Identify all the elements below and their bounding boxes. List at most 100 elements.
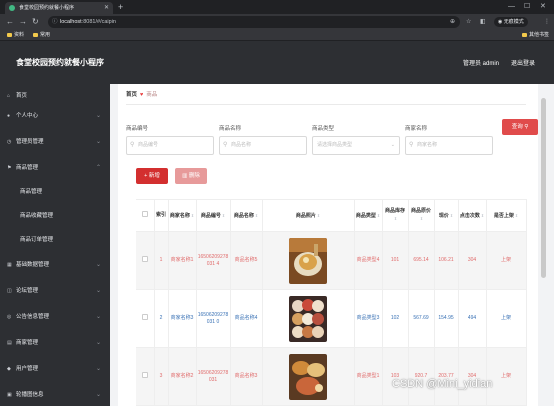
chat-icon: ◫: [7, 288, 12, 294]
bookmark-item[interactable]: 常用: [33, 30, 50, 41]
maximize-icon[interactable]: ☐: [524, 0, 530, 14]
cell-now-price: 203.77: [434, 347, 459, 406]
bookmark-item[interactable]: 资料: [7, 30, 24, 41]
breadcrumb-home[interactable]: 首页: [126, 92, 137, 98]
sidebar-item-forum[interactable]: ◫ 论坛管理 ⌄: [0, 279, 110, 303]
merchant-search-input[interactable]: ⚲ 商家名称: [405, 136, 493, 155]
row-select-cell[interactable]: [136, 231, 155, 290]
sidebar-subitem-products[interactable]: 商品管理: [0, 180, 110, 204]
address-bar[interactable]: ⓘ localhost:8081/#/caipin: [48, 16, 460, 28]
sidebar-item-label: 个人中心: [16, 113, 39, 119]
column-header[interactable]: 商品原价 ⇕: [408, 199, 435, 232]
table-row[interactable]: 1 商家名称1 16506209278031 4 商品名称5 商品类型4 101…: [136, 231, 527, 290]
row-checkbox[interactable]: [141, 372, 148, 378]
sidebar-item-merchants[interactable]: ▤ 商家管理 ⌄: [0, 331, 110, 355]
reload-icon[interactable]: ↻: [32, 16, 39, 28]
select-all-checkbox[interactable]: [141, 211, 148, 217]
browser-tab[interactable]: 食堂校园预约就餐小程序 ✕: [5, 2, 113, 14]
notice-icon: ◎: [7, 314, 12, 320]
column-header[interactable]: 点击次数⇕: [458, 199, 487, 232]
bookmark-label: 常用: [40, 32, 51, 38]
close-tab-icon[interactable]: ✕: [104, 2, 109, 14]
cell-code: 16506209278031 0: [196, 289, 231, 348]
breadcrumb: 首页 ♥ 商品: [126, 90, 157, 98]
sidebar-item-basedata[interactable]: ▦ 基础数据管理 ⌄: [0, 253, 110, 277]
new-tab-icon[interactable]: +: [118, 1, 123, 13]
sidebar-subitem-orders[interactable]: 商品订单管理: [0, 228, 110, 252]
delete-button-label: 删除: [188, 173, 200, 179]
chevron-down-icon: ⌄: [96, 139, 102, 145]
column-header[interactable]: 是否上架⇕: [486, 199, 527, 232]
cell-now-price: 106.21: [434, 231, 459, 290]
sidebar-item-users[interactable]: ◆ 用户管理 ⌄: [0, 357, 110, 381]
forward-icon[interactable]: →: [19, 16, 27, 28]
user-icon: ●: [7, 113, 11, 119]
bookmark-star-icon[interactable]: ☆: [466, 16, 471, 28]
add-button-label: 新增: [148, 173, 160, 179]
sort-icon[interactable]: ⇕: [515, 213, 518, 218]
sidebar-item-profile[interactable]: ● 个人中心 ⌄: [0, 104, 110, 128]
trash-icon: ▥: [182, 173, 188, 179]
incognito-icon: ◉: [498, 19, 503, 25]
logout-link[interactable]: 退出登录: [511, 58, 535, 67]
window-close-icon[interactable]: ✕: [540, 0, 546, 14]
table-row[interactable]: 2 商家名称3 16506209278031 0 商品名称4 商品类型3 102: [136, 289, 527, 348]
sort-icon[interactable]: ⇕: [394, 216, 397, 221]
row-checkbox[interactable]: [141, 314, 148, 320]
code-search-input[interactable]: ⚲ 商品编号: [126, 136, 214, 155]
table-row[interactable]: 3 商家名称2 16506209278031 商品名称3 商品类型1 103 9…: [136, 347, 527, 406]
page-scrollbar[interactable]: [541, 98, 546, 278]
browser-tab-bar: 食堂校园预约就餐小程序 ✕ + — ☐ ✕: [0, 0, 554, 14]
cell-price: 920.7: [408, 347, 435, 406]
folder-icon: [7, 32, 12, 37]
sidebar-item-label: 商品管理: [16, 165, 39, 171]
column-header[interactable]: 商品名称⇕: [230, 199, 263, 232]
column-header[interactable]: 商品库存 ⇕: [382, 199, 409, 232]
incognito-badge[interactable]: ◉ 无痕模式: [494, 17, 528, 27]
sidepanel-icon[interactable]: ◧: [480, 16, 486, 28]
sidebar-subitem-favorites[interactable]: 商品收藏管理: [0, 204, 110, 228]
breadcrumb-current: 商品: [146, 92, 158, 98]
add-button[interactable]: + 新增: [136, 168, 168, 184]
sort-icon[interactable]: ⇕: [450, 213, 453, 218]
row-select-cell[interactable]: [136, 289, 155, 348]
column-header[interactable]: 商品编号⇕: [196, 199, 231, 232]
sort-icon[interactable]: ⇕: [377, 213, 380, 218]
cell-name: 商品名称5: [230, 231, 263, 290]
sort-icon[interactable]: ⇕: [191, 213, 194, 218]
row-checkbox[interactable]: [141, 256, 148, 262]
sidebar-item-products[interactable]: ⚑ 商品管理 ⌃: [0, 156, 110, 180]
row-select-cell[interactable]: [136, 347, 155, 406]
sort-icon[interactable]: ⇕: [317, 213, 320, 218]
column-header[interactable]: 现价⇕: [434, 199, 459, 232]
column-header[interactable]: 商品类型⇕: [354, 199, 383, 232]
minimize-icon[interactable]: —: [508, 0, 515, 14]
chevron-down-icon: ⌄: [96, 288, 102, 294]
menu-dots-icon[interactable]: ⋮: [544, 16, 550, 28]
select-all-cell[interactable]: [136, 199, 155, 232]
column-header[interactable]: 商家名称⇕: [168, 199, 197, 232]
sort-icon[interactable]: ⇕: [222, 213, 225, 218]
sidebar-item-admins[interactable]: ◷ 管理员管理 ⌄: [0, 130, 110, 154]
sort-icon[interactable]: ⇕: [420, 216, 423, 221]
sort-icon[interactable]: ⇕: [255, 213, 258, 218]
sidebar-item-carousel[interactable]: ▣ 轮播图信息 ⌄: [0, 383, 110, 406]
site-info-icon[interactable]: ⓘ: [52, 16, 58, 28]
translate-icon[interactable]: ⊕: [450, 16, 455, 28]
folder-icon: [33, 32, 38, 37]
delete-button[interactable]: ▥ 删除: [175, 168, 207, 184]
product-table: 索引 商家名称⇕ 商品编号⇕ 商品名称⇕ 商品照片⇕ 商品类型⇕ 商品库存⇕ 商…: [136, 199, 527, 406]
header-label: 商品原价: [410, 208, 431, 214]
app-title: 食堂校园预约就餐小程序: [16, 58, 104, 67]
sidebar-item-label: 用户管理: [16, 366, 39, 372]
sidebar-item-notices[interactable]: ◎ 公告信息管理 ⌄: [0, 305, 110, 329]
name-search-input[interactable]: ⚲ 商品名称: [219, 136, 307, 155]
chevron-down-icon: ⌄: [96, 314, 102, 320]
type-select[interactable]: 请选择商品类型 ⌄: [312, 136, 400, 155]
sort-icon[interactable]: ⇕: [481, 213, 484, 218]
header-label: 商品类型: [355, 212, 376, 219]
search-button[interactable]: 查询 ⚲: [502, 119, 538, 135]
other-bookmarks[interactable]: 其他书签: [522, 30, 549, 41]
back-icon[interactable]: ←: [6, 16, 14, 28]
column-header[interactable]: 商品照片⇕: [262, 199, 355, 232]
